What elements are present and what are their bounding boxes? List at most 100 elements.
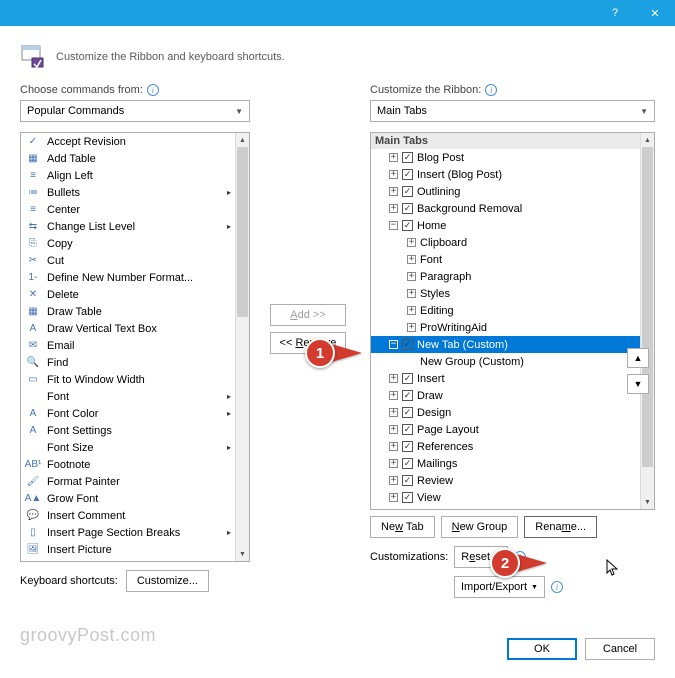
command-item[interactable]: 🖌Format Painter	[21, 473, 235, 490]
command-item[interactable]: 🔍Find	[21, 354, 235, 371]
checkbox[interactable]: ✓	[402, 373, 413, 384]
checkbox[interactable]: ✓	[402, 424, 413, 435]
checkbox[interactable]: ✓	[402, 458, 413, 469]
tree-item[interactable]: +✓References	[371, 438, 640, 455]
command-item[interactable]: ▦Add Table	[21, 150, 235, 167]
ok-button[interactable]: OK	[507, 638, 577, 660]
expander-icon[interactable]: +	[389, 408, 398, 417]
command-item[interactable]: ⎘Copy	[21, 235, 235, 252]
info-icon[interactable]: i	[147, 84, 159, 96]
info-icon[interactable]: i	[551, 581, 563, 593]
command-item[interactable]: 1-Define New Number Format...	[21, 269, 235, 286]
tree-item[interactable]: +Paragraph	[371, 268, 640, 285]
import-export-dropdown[interactable]: Import/Export▼	[454, 576, 545, 598]
checkbox[interactable]: ✓	[402, 390, 413, 401]
checkbox[interactable]: ✓	[402, 186, 413, 197]
command-item[interactable]: AB¹Footnote	[21, 456, 235, 473]
tree-item[interactable]: +✓Outlining	[371, 183, 640, 200]
command-item[interactable]: ▯Insert Page Section Breaks▸	[21, 524, 235, 541]
command-item[interactable]: AFont Settings	[21, 422, 235, 439]
info-icon[interactable]: i	[485, 84, 497, 96]
scrollbar[interactable]: ▲ ▼	[235, 133, 249, 561]
commands-listbox[interactable]: ✓Accept Revision▦Add Table≡Align Left≔Bu…	[20, 132, 250, 562]
close-button[interactable]: ✕	[635, 0, 675, 26]
expander-icon[interactable]: +	[389, 153, 398, 162]
expander-icon[interactable]: +	[407, 289, 416, 298]
expander-icon[interactable]: +	[389, 459, 398, 468]
choose-commands-dropdown[interactable]: Popular Commands▼	[20, 100, 250, 122]
expander-icon[interactable]: +	[407, 255, 416, 264]
command-item[interactable]: ≔Bullets▸	[21, 184, 235, 201]
expander-icon[interactable]: +	[407, 272, 416, 281]
scroll-up-icon[interactable]: ▲	[236, 133, 249, 147]
command-item[interactable]: AFont Color▸	[21, 405, 235, 422]
command-item[interactable]: ADraw Vertical Text Box	[21, 320, 235, 337]
command-item[interactable]: ≡Center	[21, 201, 235, 218]
expander-icon[interactable]: −	[389, 340, 398, 349]
tree-item[interactable]: +Editing	[371, 302, 640, 319]
tree-item[interactable]: +✓Background Removal	[371, 200, 640, 217]
customize-keyboard-button[interactable]: Customize...	[126, 570, 209, 592]
command-item[interactable]: 🖼Insert Picture	[21, 541, 235, 558]
scroll-thumb[interactable]	[237, 147, 248, 317]
rename-button[interactable]: Rename...	[524, 516, 597, 538]
tree-item[interactable]: +✓Review	[371, 472, 640, 489]
expander-icon[interactable]: +	[389, 391, 398, 400]
command-item[interactable]: AInsert Text Box	[21, 558, 235, 561]
expander-icon[interactable]: +	[389, 476, 398, 485]
expander-icon[interactable]: +	[407, 323, 416, 332]
expander-icon[interactable]: +	[407, 306, 416, 315]
checkbox[interactable]: ✓	[402, 203, 413, 214]
tree-item[interactable]: −✓New Tab (Custom)	[371, 336, 640, 353]
checkbox[interactable]: ✓	[402, 475, 413, 486]
tree-item[interactable]: +ProWritingAid	[371, 319, 640, 336]
tree-item[interactable]: +✓Blog Post	[371, 149, 640, 166]
command-item[interactable]: ▦Draw Table	[21, 303, 235, 320]
tree-item[interactable]: +✓Design	[371, 404, 640, 421]
scroll-down-icon[interactable]: ▼	[236, 547, 249, 561]
command-item[interactable]: ⇆Change List Level▸	[21, 218, 235, 235]
command-item[interactable]: ✂Cut	[21, 252, 235, 269]
expander-icon[interactable]: +	[389, 442, 398, 451]
tree-item[interactable]: −✓Home	[371, 217, 640, 234]
command-item[interactable]: ✕Delete	[21, 286, 235, 303]
tree-item[interactable]: +✓Mailings	[371, 455, 640, 472]
expander-icon[interactable]: +	[389, 204, 398, 213]
checkbox[interactable]: ✓	[402, 492, 413, 503]
expander-icon[interactable]: +	[389, 425, 398, 434]
new-tab-button[interactable]: New Tab	[370, 516, 435, 538]
command-item[interactable]: Font▸	[21, 388, 235, 405]
expander-icon[interactable]: +	[389, 493, 398, 502]
checkbox[interactable]: ✓	[402, 407, 413, 418]
expander-icon[interactable]: +	[389, 187, 398, 196]
tree-item[interactable]: +Clipboard	[371, 234, 640, 251]
tree-item[interactable]: +✓Insert (Blog Post)	[371, 166, 640, 183]
command-item[interactable]: A▲Grow Font	[21, 490, 235, 507]
command-item[interactable]: 💬Insert Comment	[21, 507, 235, 524]
cancel-button[interactable]: Cancel	[585, 638, 655, 660]
checkbox[interactable]: ✓	[402, 339, 413, 350]
expander-icon[interactable]: −	[389, 221, 398, 230]
tree-item[interactable]: +✓View	[371, 489, 640, 506]
scroll-thumb[interactable]	[642, 147, 653, 467]
new-group-button[interactable]: New Group	[441, 516, 519, 538]
tree-item[interactable]: +Font	[371, 251, 640, 268]
command-item[interactable]: ✓Accept Revision	[21, 133, 235, 150]
scrollbar[interactable]: ▲ ▼	[640, 133, 654, 509]
move-up-button[interactable]: ▲	[627, 348, 649, 368]
tree-item[interactable]: +✓Draw	[371, 387, 640, 404]
customize-ribbon-dropdown[interactable]: Main Tabs▼	[370, 100, 655, 122]
expander-icon[interactable]: +	[389, 170, 398, 179]
tree-item[interactable]: +Styles	[371, 285, 640, 302]
expander-icon[interactable]: +	[389, 374, 398, 383]
scroll-down-icon[interactable]: ▼	[641, 495, 654, 509]
add-button[interactable]: Add >>	[270, 304, 346, 326]
scroll-up-icon[interactable]: ▲	[641, 133, 654, 147]
command-item[interactable]: ✉Email	[21, 337, 235, 354]
tree-item[interactable]: New Group (Custom)	[371, 353, 640, 370]
checkbox[interactable]: ✓	[402, 220, 413, 231]
command-item[interactable]: ▭Fit to Window Width	[21, 371, 235, 388]
command-item[interactable]: Font Size▸	[21, 439, 235, 456]
ribbon-tree[interactable]: Main Tabs +✓Blog Post+✓Insert (Blog Post…	[370, 132, 655, 510]
tree-item[interactable]: +✓Insert	[371, 370, 640, 387]
